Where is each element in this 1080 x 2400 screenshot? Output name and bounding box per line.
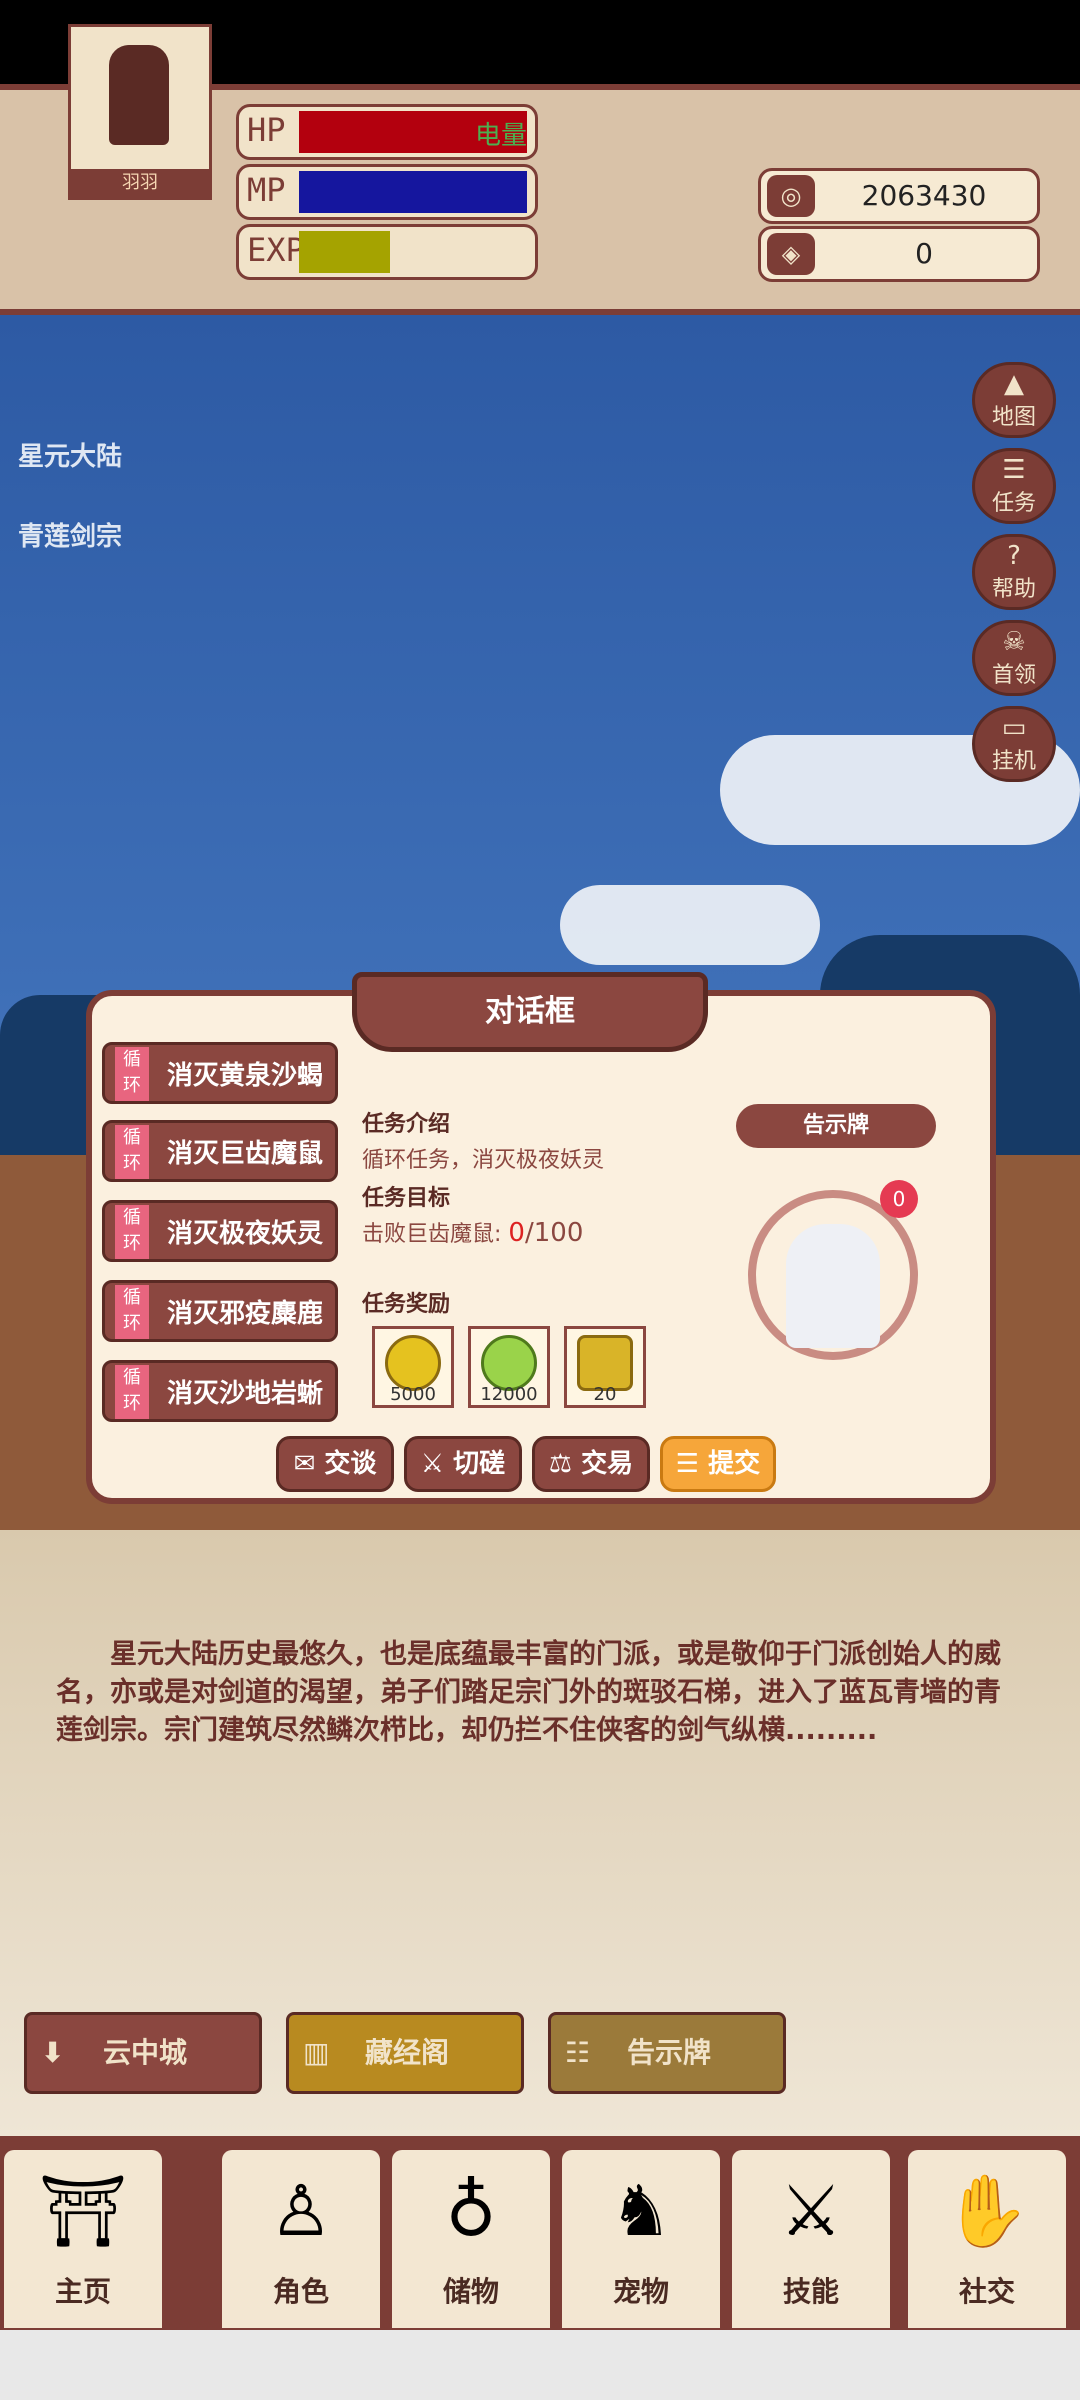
quest-intro-text: 循环任务，消灭极夜妖灵 <box>362 1148 605 1173</box>
exp-icon <box>481 1335 537 1391</box>
computer-icon: ▭ <box>1001 713 1027 743</box>
reward-exp[interactable]: 12000 <box>468 1326 550 1408</box>
mp-bar: MP <box>236 164 538 220</box>
sword-icon: ⚔ <box>779 2170 843 2252</box>
gem-counter: ◈ 0 <box>758 226 1040 282</box>
idle-button[interactable]: ▭ 挂机 <box>972 706 1056 782</box>
quest-goal-text: 击败巨齿魔鼠: 0/100 <box>362 1218 584 1248</box>
quest-goal-label: 任务目标 <box>362 1186 451 1211</box>
gate-icon: ⛩ <box>38 2170 128 2252</box>
npc-sign: 告示牌 <box>736 1104 936 1148</box>
character-icon: ♙ <box>269 2170 333 2252</box>
goal-total: /100 <box>524 1218 584 1248</box>
quest-button[interactable]: ☰ 任务 <box>972 448 1056 524</box>
sword-icon: ⚔ <box>420 1449 445 1479</box>
region-name[interactable]: 星元大陆 <box>18 436 122 473</box>
character-sprite <box>109 45 169 145</box>
mp-fill <box>299 171 527 213</box>
quest-item[interactable]: 循环 消灭黄泉沙蝎 <box>102 1042 338 1104</box>
player-avatar[interactable]: 羽羽 <box>68 24 212 200</box>
scroll-icon: ☰ <box>1002 455 1026 485</box>
hp-bar: HP 电量 64% <box>236 104 538 160</box>
reward-gold[interactable]: 5000 <box>372 1326 454 1408</box>
map-button[interactable]: ▲ 地图 <box>972 362 1056 438</box>
nav-button-library[interactable]: ▥ 藏经阁 <box>286 2012 524 2094</box>
quest-intro-label: 任务介绍 <box>362 1112 451 1137</box>
arrow-down-icon: ⬇ <box>41 2036 65 2069</box>
help-button[interactable]: ? 帮助 <box>972 534 1056 610</box>
demon-icon: ☠ <box>1002 627 1026 657</box>
reward-armor[interactable]: 20 <box>564 1326 646 1408</box>
armor-icon <box>577 1335 633 1391</box>
exp-label: EXP <box>247 231 305 269</box>
chat-icon: ✉ <box>293 1449 316 1479</box>
submit-button[interactable]: ☰ 提交 <box>660 1436 776 1492</box>
scale-icon: ⚖ <box>548 1449 573 1479</box>
player-name: 羽羽 <box>71 169 209 197</box>
gem-icon: ◈ <box>767 233 815 275</box>
place-name[interactable]: 青莲剑宗 <box>18 516 122 553</box>
help-icon: ? <box>1007 541 1021 571</box>
quest-item[interactable]: 循环 消灭巨齿魔鼠 <box>102 1120 338 1182</box>
heart-badge: 0 <box>880 1180 918 1218</box>
fox-icon: ♞ <box>609 2170 673 2252</box>
tab-pet[interactable]: ♞ 宠物 <box>562 2150 720 2328</box>
system-nav-area <box>0 2330 1080 2400</box>
nav-button-cloud-city[interactable]: ⬇ 云中城 <box>24 2012 262 2094</box>
talk-button[interactable]: ✉ 交谈 <box>276 1436 394 1492</box>
quest-item[interactable]: 循环 消灭极夜妖灵 <box>102 1200 338 1262</box>
mountain-icon: ▲ <box>1004 369 1024 399</box>
hp-label: HP <box>247 111 286 149</box>
mp-label: MP <box>247 171 286 209</box>
spar-button[interactable]: ⚔ 切磋 <box>404 1436 522 1492</box>
quest-item[interactable]: 循环 消灭沙地岩蜥 <box>102 1360 338 1422</box>
exp-bar: EXP <box>236 224 538 280</box>
coin-icon: ◎ <box>767 175 815 217</box>
gold-value: 2063430 <box>861 179 987 212</box>
npc-elder[interactable] <box>786 1224 880 1348</box>
quest-reward-label: 任务奖励 <box>362 1292 451 1317</box>
gold-counter: ◎ 2063430 <box>758 168 1040 224</box>
gold-coin-icon <box>385 1335 441 1391</box>
cloud <box>560 885 820 965</box>
scene-story: 星元大陆历史最悠久，也是底蕴最丰富的门派，或是敬仰于门派创始人的威名，亦或是对剑… <box>56 1639 1001 1746</box>
battery-text: 电量 64% <box>475 121 535 151</box>
quest-item[interactable]: 循环 消灭邪疫麋鹿 <box>102 1280 338 1342</box>
book-icon: ▥ <box>303 2036 330 2069</box>
dialog-title: 对话框 <box>352 972 708 1052</box>
tab-skill[interactable]: ⚔ 技能 <box>732 2150 890 2328</box>
boss-button[interactable]: ☠ 首领 <box>972 620 1056 696</box>
tab-character[interactable]: ♙ 角色 <box>222 2150 380 2328</box>
sign-icon: ☷ <box>565 2036 591 2069</box>
trade-button[interactable]: ⚖ 交易 <box>532 1436 650 1492</box>
handshake-icon: ✋ <box>943 2170 1031 2252</box>
tab-storage[interactable]: ♁ 储物 <box>392 2150 550 2328</box>
exp-fill <box>299 231 390 273</box>
gem-value: 0 <box>915 237 933 270</box>
list-icon: ☰ <box>675 1449 700 1479</box>
tab-social[interactable]: ✋ 社交 <box>908 2150 1066 2328</box>
goal-current: 0 <box>508 1218 525 1248</box>
bag-icon: ♁ <box>445 2170 497 2252</box>
nav-button-notice-board[interactable]: ☷ 告示牌 <box>548 2012 786 2094</box>
tab-home[interactable]: ⛩ 主页 <box>4 2150 162 2328</box>
